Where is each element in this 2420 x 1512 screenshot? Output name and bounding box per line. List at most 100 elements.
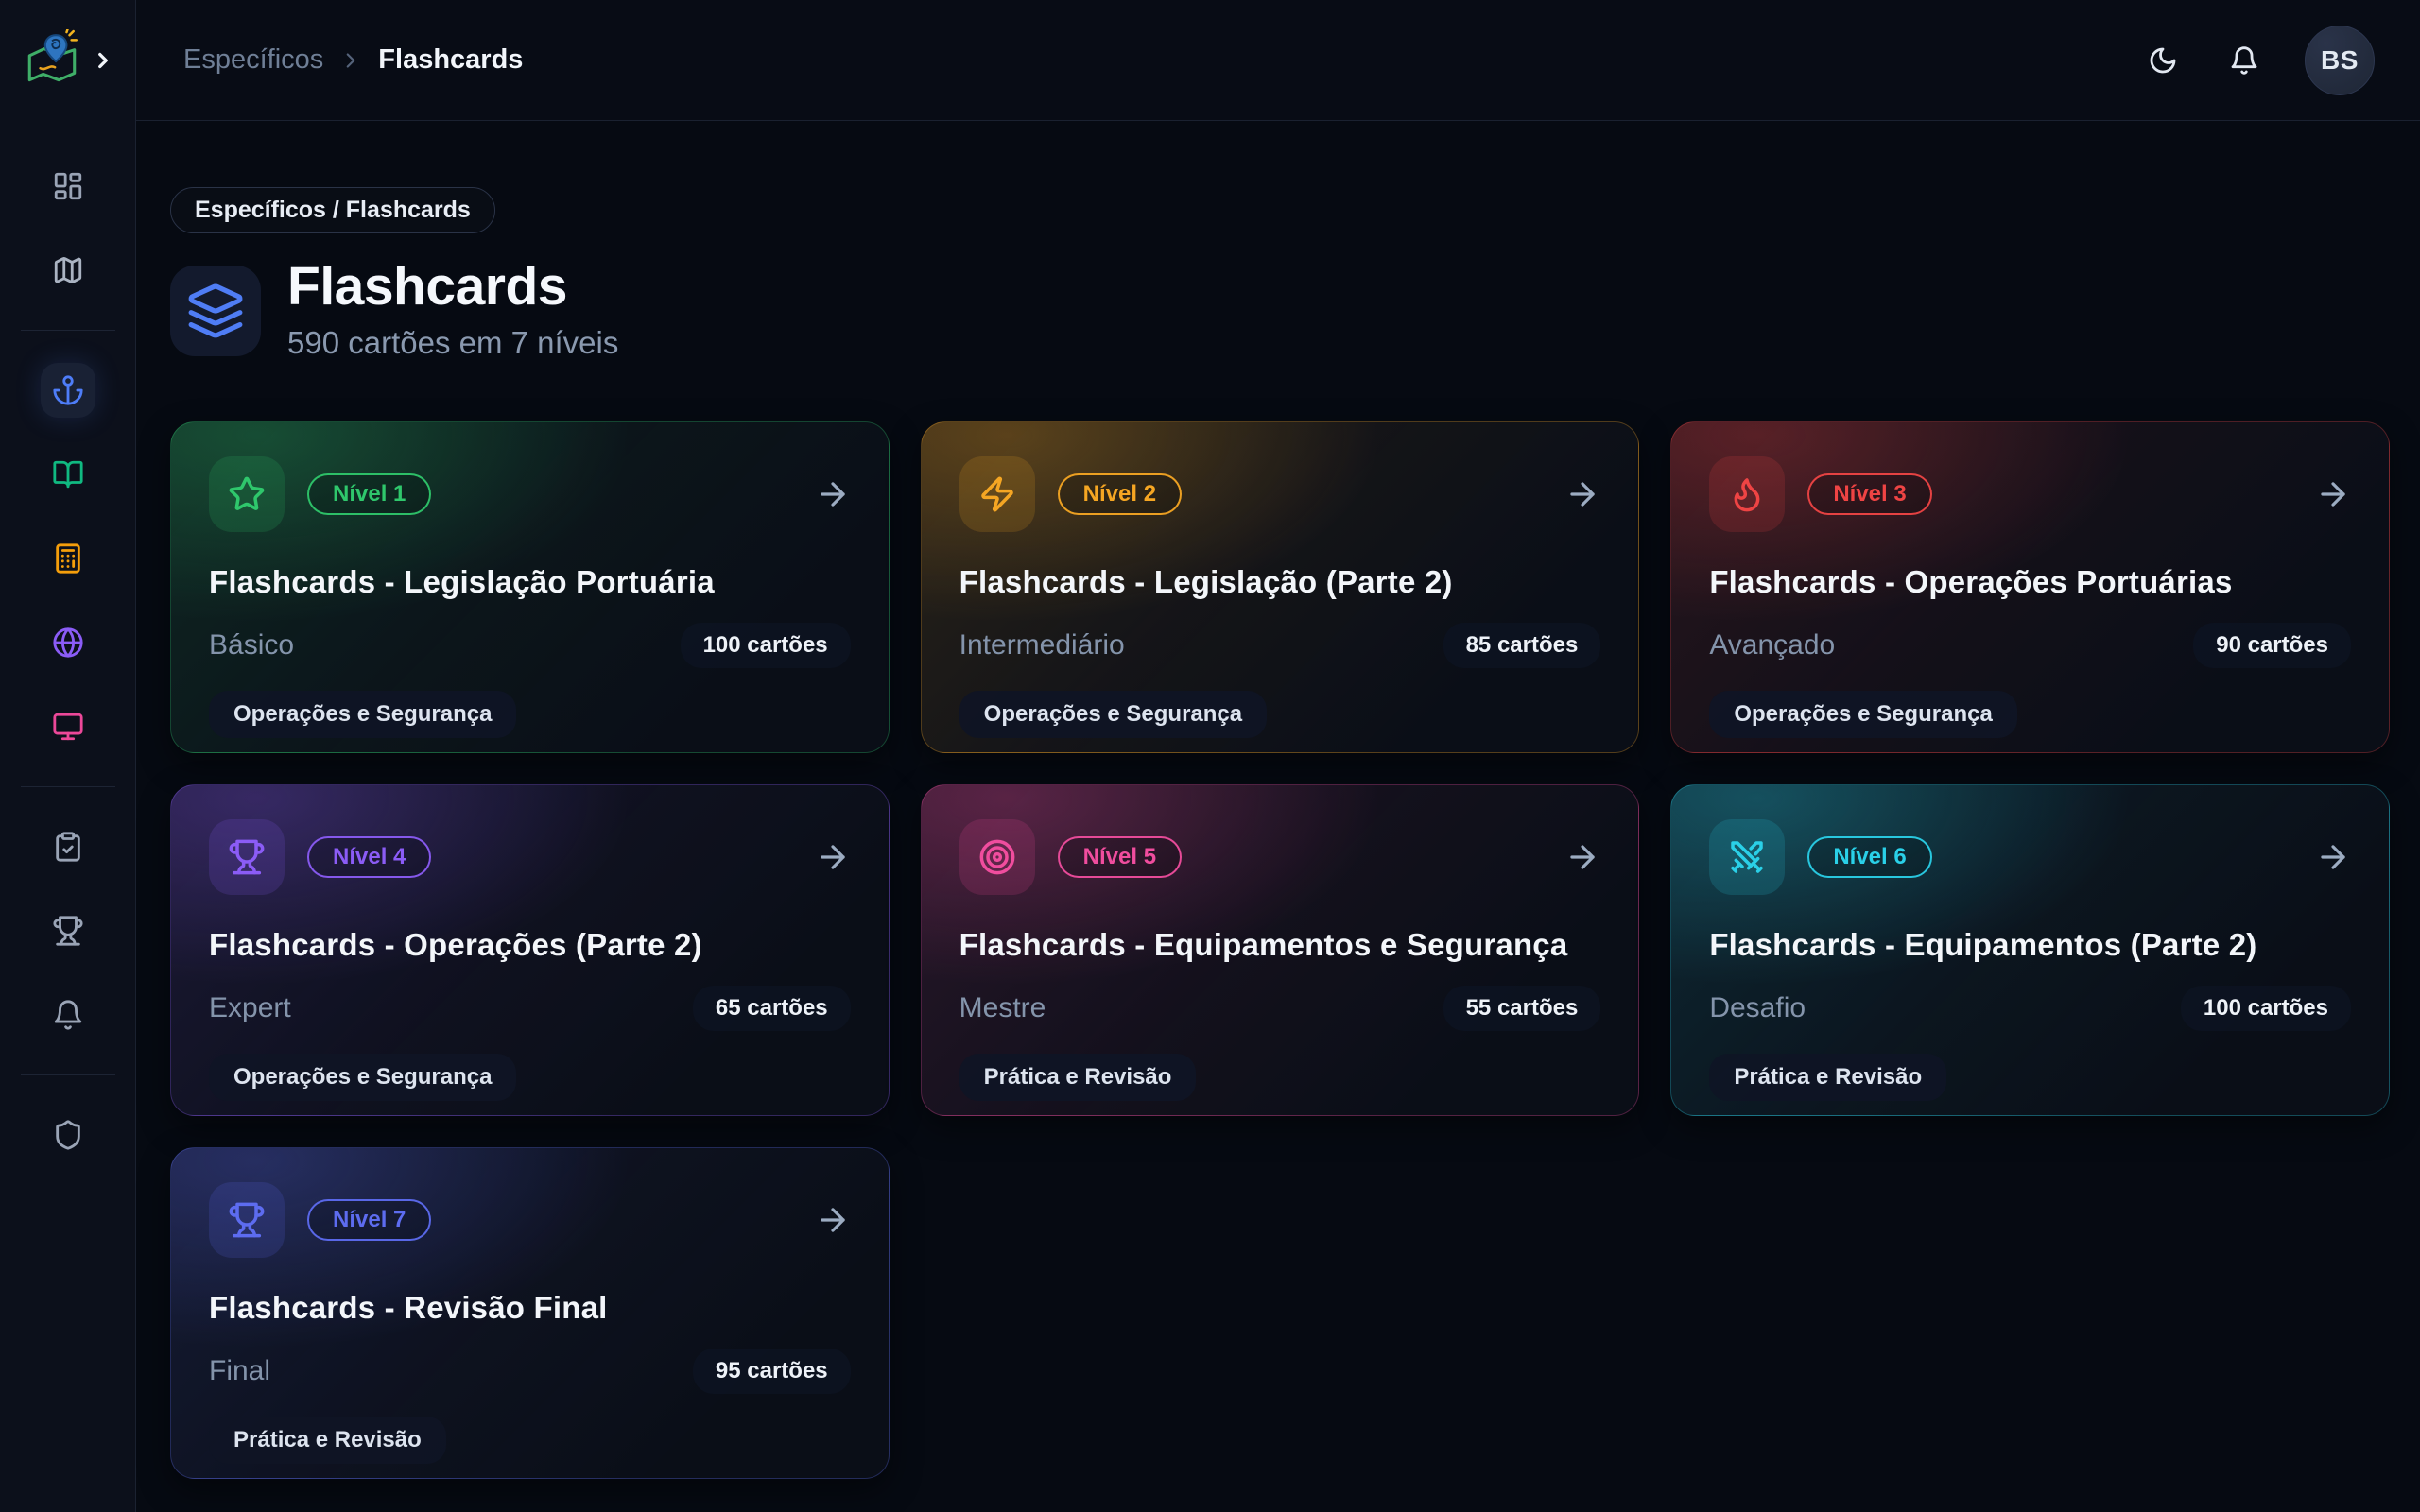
trophy-icon [209, 819, 285, 895]
card-count-badge: 100 cartões [2181, 986, 2351, 1031]
trophy-icon [209, 1182, 285, 1258]
star-icon [209, 456, 285, 532]
card-title: Flashcards - Operações (Parte 2) [209, 927, 851, 963]
difficulty-label: Avançado [1709, 629, 1835, 662]
theme-toggle-button[interactable] [2142, 40, 2184, 81]
card-meta: Mestre 55 cartões [959, 986, 1601, 1031]
page-content: Específicos / Flashcards Flashcards 590 … [136, 121, 2420, 1512]
sidebar-expand-button[interactable] [91, 48, 115, 73]
level-badge: Nível 3 [1807, 473, 1931, 515]
sidebar-item-globe[interactable] [41, 615, 95, 670]
sidebar-item-trophy[interactable] [41, 903, 95, 958]
category-tag: Operações e Segurança [209, 691, 516, 738]
page-header-text: Flashcards 590 cartões em 7 níveis [287, 260, 618, 361]
breadcrumb-parent[interactable]: Específicos [183, 44, 323, 76]
layers-icon [186, 282, 245, 340]
category-tag: Operações e Segurança [209, 1054, 516, 1101]
arrow-right-icon[interactable] [815, 839, 851, 875]
flashcard-grid: Nível 1 Flashcards - Legislação Portuári… [170, 421, 2390, 1479]
arrow-right-icon[interactable] [2315, 476, 2351, 512]
map-icon [52, 254, 84, 286]
monitor-icon [52, 711, 84, 743]
layout-dashboard-icon [52, 170, 84, 202]
flashcard-level-2-card[interactable]: Nível 2 Flashcards - Legislação (Parte 2… [921, 421, 1640, 753]
sidebar-item-shield[interactable] [41, 1108, 95, 1162]
app-window: Específicos Flashcards BS Específicos / … [0, 0, 2420, 1512]
sidebar-item-bell[interactable] [41, 988, 95, 1042]
arrow-right-icon[interactable] [815, 1202, 851, 1238]
anchor-icon [52, 374, 84, 406]
sidebar-item-book-open[interactable] [41, 447, 95, 502]
avatar[interactable]: BS [2305, 26, 2375, 95]
flashcard-level-6-card[interactable]: Nível 6 Flashcards - Equipamentos (Parte… [1670, 784, 2390, 1116]
level-badge: Nível 4 [307, 836, 431, 878]
bell-icon [2229, 45, 2259, 76]
card-meta: Final 95 cartões [209, 1349, 851, 1394]
card-meta: Básico 100 cartões [209, 623, 851, 668]
sidebar-item-layout-dashboard[interactable] [41, 159, 95, 214]
sidebar-item-anchor[interactable] [41, 363, 95, 418]
notifications-button[interactable] [2223, 40, 2265, 81]
arrow-right-icon[interactable] [1564, 839, 1600, 875]
flashcard-level-1-card[interactable]: Nível 1 Flashcards - Legislação Portuári… [170, 421, 890, 753]
card-header: Nível 4 [209, 819, 851, 895]
sidebar-nav [21, 159, 115, 1162]
globe-icon [52, 627, 84, 659]
trophy-icon [52, 915, 84, 947]
difficulty-label: Intermediário [959, 629, 1125, 662]
arrow-right-icon[interactable] [2315, 839, 2351, 875]
level-badge: Nível 5 [1058, 836, 1182, 878]
chevron-right-icon [91, 48, 115, 73]
card-header: Nível 5 [959, 819, 1601, 895]
difficulty-label: Mestre [959, 992, 1046, 1024]
card-title: Flashcards - Legislação Portuária [209, 564, 851, 600]
flashcard-level-4-card[interactable]: Nível 4 Flashcards - Operações (Parte 2)… [170, 784, 890, 1116]
book-open-icon [52, 458, 84, 490]
sidebar-item-calculator[interactable] [41, 531, 95, 586]
difficulty-label: Básico [209, 629, 294, 662]
page-header: Flashcards 590 cartões em 7 níveis [170, 260, 2390, 361]
breadcrumb: Específicos Flashcards [183, 44, 523, 76]
sidebar-divider [21, 330, 115, 331]
flashcard-level-3-card[interactable]: Nível 3 Flashcards - Operações Portuária… [1670, 421, 2390, 753]
card-count-badge: 90 cartões [2193, 623, 2351, 668]
chevron-right-icon [338, 48, 363, 73]
topbar: Específicos Flashcards BS [136, 0, 2420, 121]
category-tag: Operações e Segurança [959, 691, 1267, 738]
map-pin-logo-icon [21, 29, 83, 92]
category-tag: Operações e Segurança [1709, 691, 2016, 738]
card-title: Flashcards - Equipamentos e Segurança [959, 927, 1601, 963]
card-title: Flashcards - Revisão Final [209, 1290, 851, 1326]
topbar-actions: BS [2142, 26, 2375, 95]
card-count-badge: 100 cartões [681, 623, 851, 668]
arrow-right-icon[interactable] [1564, 476, 1600, 512]
card-title: Flashcards - Legislação (Parte 2) [959, 564, 1601, 600]
card-title: Flashcards - Equipamentos (Parte 2) [1709, 927, 2351, 963]
difficulty-label: Desafio [1709, 992, 1806, 1024]
level-badge: Nível 1 [307, 473, 431, 515]
breadcrumb-current: Flashcards [378, 44, 523, 76]
breadcrumb-badge: Específicos / Flashcards [170, 187, 495, 233]
sidebar-item-clipboard-check[interactable] [41, 819, 95, 874]
sidebar-item-monitor[interactable] [41, 699, 95, 754]
sidebar [0, 0, 136, 1512]
bell-icon [52, 999, 84, 1031]
zap-icon [959, 456, 1035, 532]
target-icon [959, 819, 1035, 895]
brand-area [0, 0, 135, 121]
shield-icon [52, 1119, 84, 1151]
flashcard-level-5-card[interactable]: Nível 5 Flashcards - Equipamentos e Segu… [921, 784, 1640, 1116]
category-tag: Prática e Revisão [209, 1417, 446, 1464]
card-count-badge: 65 cartões [693, 986, 851, 1031]
card-header: Nível 1 [209, 456, 851, 532]
sidebar-item-map[interactable] [41, 243, 95, 298]
card-meta: Desafio 100 cartões [1709, 986, 2351, 1031]
card-header: Nível 3 [1709, 456, 2351, 532]
swords-icon [1709, 819, 1785, 895]
card-count-badge: 85 cartões [1443, 623, 1601, 668]
category-tag: Prática e Revisão [1709, 1054, 1946, 1101]
card-meta: Avançado 90 cartões [1709, 623, 2351, 668]
sidebar-divider [21, 1074, 115, 1075]
flashcard-level-7-card[interactable]: Nível 7 Flashcards - Revisão Final Final… [170, 1147, 890, 1479]
arrow-right-icon[interactable] [815, 476, 851, 512]
